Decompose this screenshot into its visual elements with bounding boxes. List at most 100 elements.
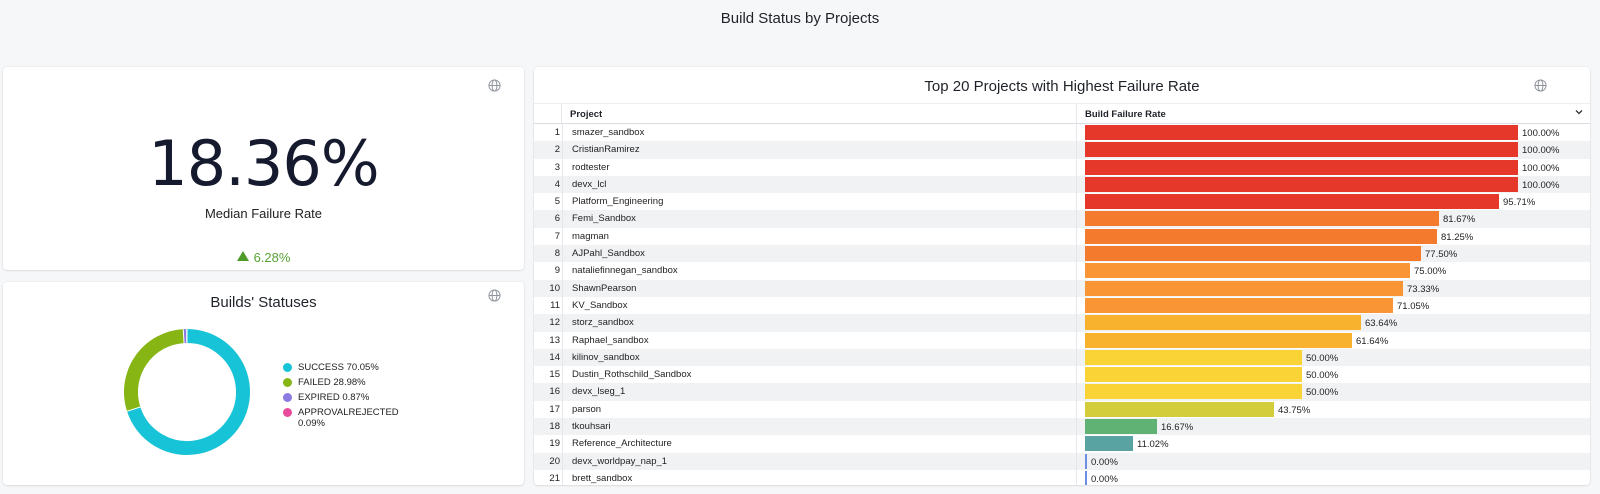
failure-rate-bar <box>1085 367 1302 383</box>
failure-rate-label: 73.33% <box>1407 283 1440 295</box>
table-body: 1 smazer_sandbox 100.00% 2 CristianRamirez 10… <box>534 124 1590 485</box>
project-name: Dustin_Rothschild_Sandbox <box>572 369 692 381</box>
legend-swatch <box>283 393 292 402</box>
donut-legend: SUCCESS 70.05% FAILED 28.98% EXPIRED 0.87%… <box>283 362 418 433</box>
row-divider <box>562 210 563 228</box>
trend-up-icon <box>236 251 249 261</box>
chevron-down-icon[interactable] <box>1574 107 1584 117</box>
row-index: 21 <box>549 472 560 484</box>
project-name: storz_sandbox <box>572 317 634 329</box>
row-index: 2 <box>554 144 560 156</box>
table-row[interactable]: 9 nataliefinnegan_sandbox 75.00% <box>534 262 1590 280</box>
table-row[interactable]: 17 parson 43.75% <box>534 400 1590 419</box>
failure-rate-bar <box>1085 419 1157 435</box>
table-row[interactable]: 21 brett_sandbox 0.00% <box>534 469 1590 485</box>
legend-item[interactable]: FAILED 28.98% <box>283 377 418 392</box>
kpi-value: 18.36% <box>148 127 379 200</box>
failure-rate-label: 75.00% <box>1414 266 1447 278</box>
failure-rate-bar <box>1085 470 1087 485</box>
failure-rate-label: 81.25% <box>1441 231 1474 243</box>
column-divider <box>1076 331 1077 349</box>
table-row[interactable]: 16 devx_lseg_1 50.00% <box>534 383 1590 401</box>
row-divider <box>562 158 563 176</box>
legend-item[interactable]: APPROVALREJECTED 0.09% <box>283 407 418 433</box>
failure-rate-bar <box>1085 315 1361 331</box>
legend-label: EXPIRED 0.87% <box>298 392 370 403</box>
legend-label: FAILED 28.98% <box>298 377 366 388</box>
table-title: Top 20 Projects with Highest Failure Rat… <box>924 78 1200 95</box>
table-row[interactable]: 3 rodtester 100.00% <box>534 158 1590 176</box>
column-divider <box>1076 383 1077 401</box>
column-header-failure-rate[interactable]: Build Failure Rate <box>1085 109 1166 120</box>
row-divider <box>562 418 563 436</box>
table-row[interactable]: 20 devx_worldpay_nap_1 0.00% <box>534 452 1590 470</box>
project-name: Reference_Architecture <box>572 438 672 450</box>
column-divider <box>1076 124 1077 142</box>
column-divider <box>1076 435 1077 453</box>
table-row[interactable]: 1 smazer_sandbox 100.00% <box>534 124 1590 142</box>
row-divider <box>562 366 563 384</box>
legend-label: APPROVALREJECTED 0.09% <box>298 407 399 429</box>
project-name: tkouhsari <box>572 421 611 433</box>
row-divider <box>562 141 563 159</box>
donut-slice-failed[interactable] <box>124 329 185 412</box>
table-row[interactable]: 13 Raphael_sandbox 61.64% <box>534 331 1590 349</box>
project-name: smazer_sandbox <box>572 127 645 138</box>
project-name: Femi_Sandbox <box>572 213 636 225</box>
row-divider <box>562 245 563 263</box>
failure-rate-bar <box>1085 125 1518 140</box>
row-divider <box>562 193 563 211</box>
globe-icon[interactable] <box>1534 79 1547 92</box>
column-divider <box>1076 245 1077 263</box>
table-row[interactable]: 10 ShawnPearson 73.33% <box>534 279 1590 297</box>
table-row[interactable]: 18 tkouhsari 16.67% <box>534 418 1590 436</box>
project-name: CristianRamirez <box>572 144 640 156</box>
table-row[interactable]: 4 devx_lcl 100.00% <box>534 175 1590 194</box>
kpi-delta: 6.28% <box>3 250 524 265</box>
table-row[interactable]: 19 Reference_Architecture 11.02% <box>534 435 1590 453</box>
table-row[interactable]: 14 kilinov_sandbox 50.00% <box>534 348 1590 367</box>
failure-rate-label: 0.00% <box>1091 473 1118 485</box>
failure-rate-bar <box>1085 349 1302 365</box>
table-row[interactable]: 12 storz_sandbox 63.64% <box>534 314 1590 332</box>
column-header-project[interactable]: Project <box>570 109 602 120</box>
dashboard-title: Build Status by Projects <box>720 10 880 27</box>
row-index: 17 <box>549 403 560 415</box>
column-divider <box>1076 227 1077 246</box>
column-divider <box>1076 262 1077 280</box>
failure-rate-label: 100.00% <box>1522 179 1560 191</box>
legend-item[interactable]: SUCCESS 70.05% <box>283 362 418 377</box>
median-failure-rate-card: 18.36% Median Failure Rate 6.28% <box>3 67 524 270</box>
column-divider <box>1076 296 1077 315</box>
column-divider <box>1076 400 1077 419</box>
row-divider <box>562 314 563 332</box>
table-header: Project Build Failure Rate <box>534 103 1590 124</box>
legend-item[interactable]: EXPIRED 0.87% <box>283 392 418 407</box>
failure-rate-bar <box>1085 246 1421 262</box>
failure-rate-label: 100.00% <box>1522 128 1560 139</box>
row-divider <box>562 383 563 401</box>
failure-rate-label: 50.00% <box>1306 352 1339 364</box>
table-row[interactable]: 5 Platform_Engineering 95.71% <box>534 193 1590 211</box>
project-name: rodtester <box>572 161 610 173</box>
row-index: 16 <box>549 386 560 398</box>
row-index: 10 <box>549 282 560 294</box>
globe-icon[interactable] <box>488 289 501 302</box>
table-row[interactable]: 6 Femi_Sandbox 81.67% <box>534 210 1590 228</box>
column-divider <box>1076 452 1077 470</box>
failure-rate-label: 77.50% <box>1425 249 1458 261</box>
row-index: 6 <box>554 213 560 225</box>
row-divider <box>562 331 563 349</box>
row-divider <box>562 262 563 280</box>
table-row[interactable]: 7 magman 81.25% <box>534 227 1590 246</box>
row-index: 7 <box>554 230 560 242</box>
row-divider <box>562 279 563 297</box>
table-row[interactable]: 11 KV_Sandbox 71.05% <box>534 296 1590 315</box>
table-row[interactable]: 2 CristianRamirez 100.00% <box>534 141 1590 159</box>
builds-statuses-card: Builds' Statuses SUCCESS 70.05% FAILED 28… <box>3 282 524 485</box>
globe-icon[interactable] <box>488 79 501 92</box>
project-name: devx_worldpay_nap_1 <box>572 455 668 467</box>
table-row[interactable]: 8 AJPahl_Sandbox 77.50% <box>534 245 1590 263</box>
failure-rate-bar <box>1085 228 1437 244</box>
table-row[interactable]: 15 Dustin_Rothschild_Sandbox 50.00% <box>534 366 1590 384</box>
